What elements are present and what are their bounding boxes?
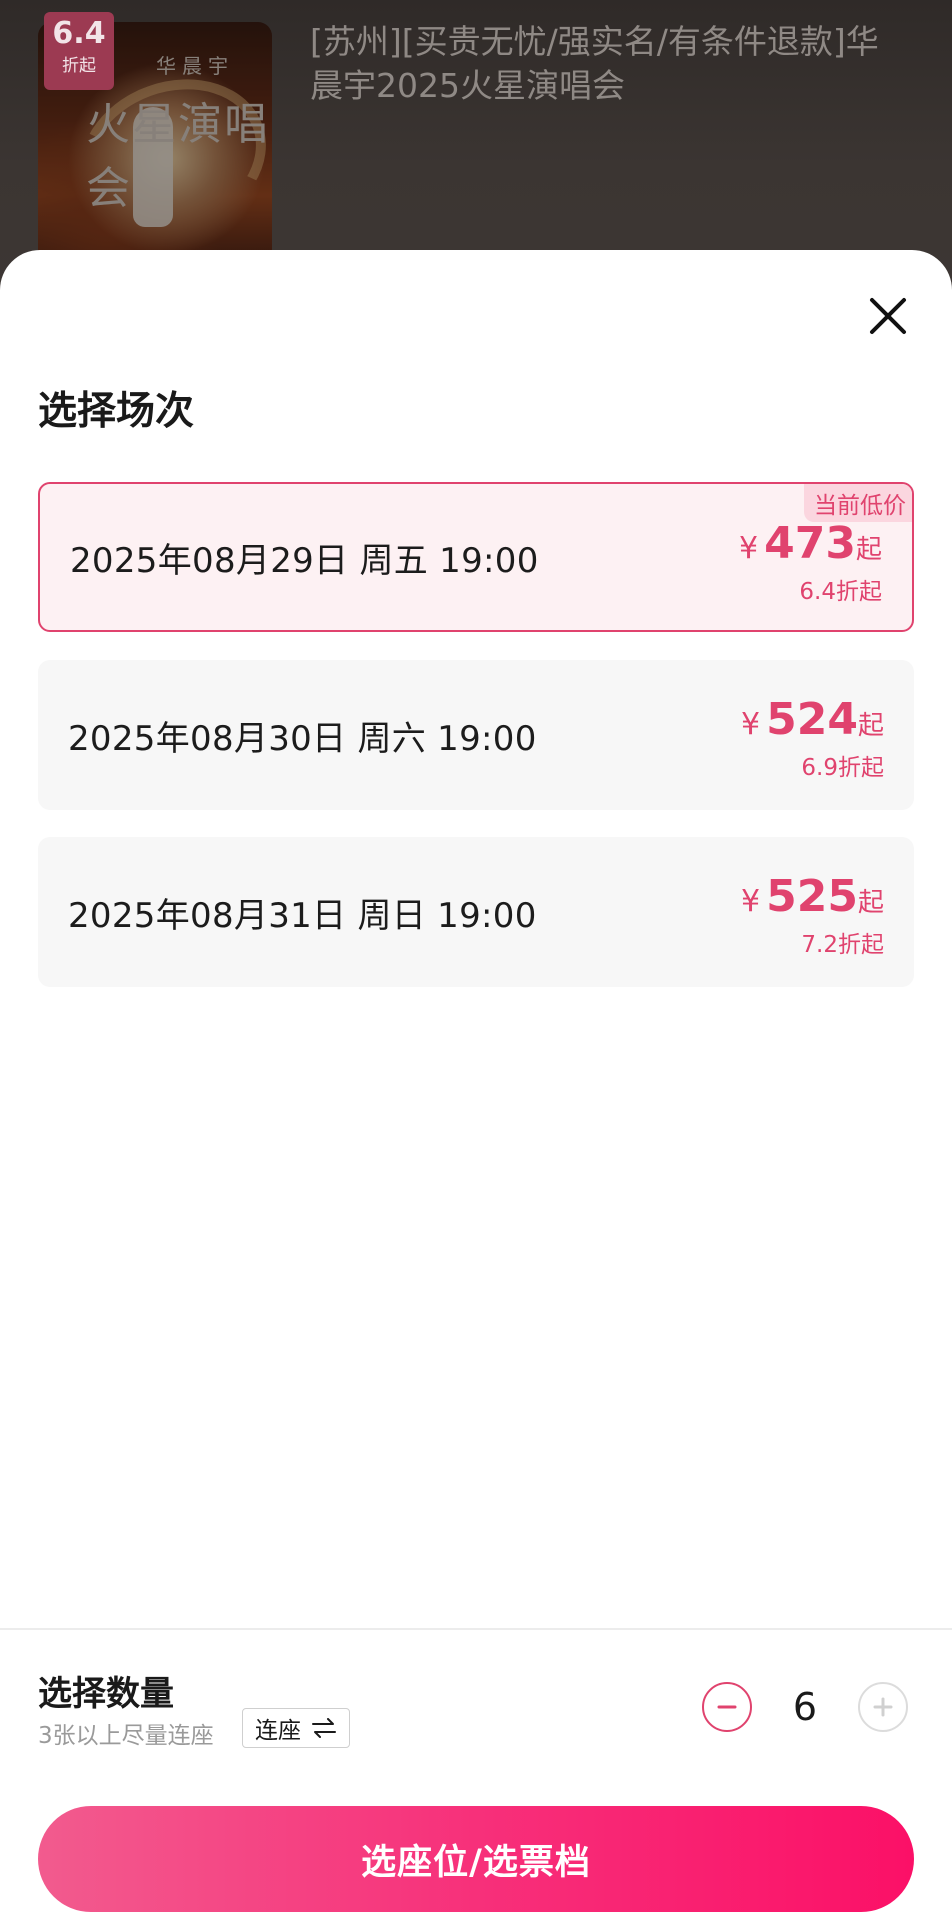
session-price: ¥525起 — [741, 871, 884, 922]
session-discount: 6.4折起 — [799, 579, 882, 605]
plus-icon — [873, 1697, 893, 1717]
price-suffix: 起 — [857, 888, 884, 918]
price-value: 473 — [764, 518, 856, 569]
quantity-value: 6 — [792, 1685, 818, 1729]
session-discount: 6.9折起 — [801, 755, 884, 781]
session-option-0829[interactable]: 当前低价 2025年08月29日 周五 19:00 ¥473起 6.4折起 — [38, 482, 914, 632]
decrease-quantity-button[interactable] — [702, 1682, 752, 1732]
session-price: ¥524起 — [741, 694, 884, 745]
session-price: ¥473起 — [739, 518, 882, 569]
minus-icon — [717, 1705, 737, 1709]
close-icon — [870, 298, 906, 334]
currency-symbol: ¥ — [739, 531, 759, 566]
poster-title: 火星演唱会 — [86, 99, 270, 214]
lowest-price-badge: 当前低价 — [804, 484, 912, 522]
adjacent-seat-toggle[interactable]: 连座 — [242, 1708, 350, 1748]
currency-symbol: ¥ — [741, 884, 761, 919]
adjacent-seat-label: 连座 — [255, 1718, 301, 1744]
select-seat-button[interactable]: 选座位/选票档 — [38, 1806, 914, 1912]
discount-badge: 6.4 折起 — [44, 12, 114, 90]
session-date: 2025年08月31日 周日 19:00 — [68, 895, 537, 936]
quantity-title: 选择数量 — [38, 1674, 174, 1714]
price-suffix: 起 — [857, 711, 884, 741]
swap-arrows-icon — [312, 1718, 336, 1738]
price-value: 525 — [766, 871, 858, 922]
price-suffix: 起 — [855, 535, 882, 565]
discount-badge-number: 6.4 — [52, 16, 106, 51]
discount-badge-label: 折起 — [62, 56, 96, 76]
session-date: 2025年08月29日 周五 19:00 — [70, 540, 539, 581]
increase-quantity-button[interactable] — [858, 1682, 908, 1732]
event-title: [苏州][买贵无忧/强实名/有条件退款]华晨宇2025火星演唱会 — [310, 22, 879, 105]
session-discount: 7.2折起 — [801, 932, 884, 958]
price-value: 524 — [766, 694, 858, 745]
divider — [0, 1628, 952, 1630]
close-button[interactable] — [860, 288, 916, 344]
sheet-title: 选择场次 — [38, 389, 195, 434]
currency-symbol: ¥ — [741, 707, 761, 742]
quantity-hint: 3张以上尽量连座 — [38, 1723, 214, 1749]
poster-artist: 华晨宇 — [156, 54, 234, 78]
session-option-0831[interactable]: 2025年08月31日 周日 19:00 ¥525起 7.2折起 — [38, 837, 914, 987]
session-option-0830[interactable]: 2025年08月30日 周六 19:00 ¥524起 6.9折起 — [38, 660, 914, 810]
session-date: 2025年08月30日 周六 19:00 — [68, 718, 537, 759]
